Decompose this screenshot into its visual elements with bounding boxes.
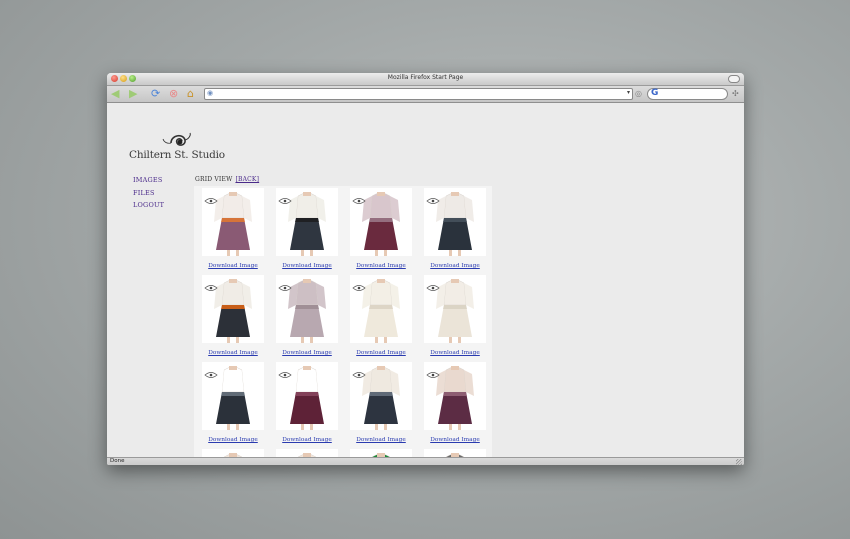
download-image-link[interactable]: Download Image <box>198 437 268 443</box>
download-image-link[interactable]: Download Image <box>346 350 416 356</box>
site-logo[interactable]: Chiltern St. Studio <box>129 131 225 165</box>
product-thumbnail[interactable] <box>276 188 338 256</box>
download-image-link[interactable]: Download Image <box>198 263 268 269</box>
search-bar[interactable]: G <box>647 88 728 100</box>
product-thumbnail[interactable] <box>202 362 264 430</box>
rss-icon[interactable]: ◎ <box>635 88 642 100</box>
image-grid: Download Image Download Image Download Ima… <box>194 186 492 457</box>
download-image-link[interactable]: Download Image <box>346 263 416 269</box>
address-bar[interactable]: ◉ ▾ <box>204 88 633 100</box>
nav-logout[interactable]: LOGOUT <box>133 201 164 209</box>
download-image-link[interactable]: Download Image <box>272 350 342 356</box>
product-thumbnail[interactable] <box>350 362 412 430</box>
product-thumbnail[interactable] <box>424 275 486 343</box>
toolbar-toggle-button[interactable] <box>728 75 740 83</box>
grid-item: Download Image <box>346 188 416 274</box>
nav-images[interactable]: IMAGES <box>133 176 164 184</box>
page-icon: ◉ <box>207 89 214 97</box>
grid-item: Download Image <box>272 188 342 274</box>
grid-item: Download Image <box>346 275 416 361</box>
grid-item: Download Image <box>420 275 490 361</box>
grid-item: Download Image <box>198 275 268 361</box>
grid-item: Download Image <box>346 362 416 448</box>
download-image-link[interactable]: Download Image <box>420 350 490 356</box>
download-image-link[interactable]: Download Image <box>272 263 342 269</box>
watermark-logo-icon <box>204 190 218 204</box>
product-thumbnail[interactable] <box>276 449 338 457</box>
product-thumbnail[interactable] <box>424 188 486 256</box>
watermark-logo-icon <box>426 277 440 291</box>
download-image-link[interactable]: Download Image <box>420 263 490 269</box>
grid-item: Download Image <box>420 449 490 457</box>
forward-arrow-icon[interactable]: ▶ <box>129 88 137 100</box>
watermark-logo-icon <box>352 190 366 204</box>
reload-icon[interactable]: ⟳ <box>151 88 160 100</box>
watermark-logo-icon <box>278 364 292 378</box>
home-icon[interactable]: ⌂ <box>187 88 194 100</box>
stop-icon[interactable]: ⊗ <box>169 88 178 100</box>
navigation-toolbar: ◀ ▶ ⟳ ⊗ ⌂ ◉ ▾ ◎ G ✣ <box>107 86 744 103</box>
grid-item: Download Image <box>198 362 268 448</box>
grid-item: Download Image <box>198 188 268 274</box>
grid-header: GRID VIEW [BACK] <box>195 176 259 183</box>
chevron-down-icon[interactable]: ▾ <box>627 89 630 96</box>
product-thumbnail[interactable] <box>424 449 486 457</box>
watermark-logo-icon <box>278 277 292 291</box>
product-thumbnail[interactable] <box>424 362 486 430</box>
nav-files[interactable]: FILES <box>133 189 164 197</box>
google-icon[interactable]: G <box>651 88 658 98</box>
resize-grip-icon[interactable] <box>736 459 742 465</box>
download-image-link[interactable]: Download Image <box>198 350 268 356</box>
title-bar: Mozilla Firefox Start Page <box>107 73 744 86</box>
watermark-logo-icon <box>426 190 440 204</box>
side-navigation: IMAGES FILES LOGOUT <box>133 176 164 214</box>
back-arrow-icon[interactable]: ◀ <box>111 88 119 100</box>
product-thumbnail[interactable] <box>276 275 338 343</box>
download-image-link[interactable]: Download Image <box>346 437 416 443</box>
status-bar: Done <box>107 457 744 465</box>
product-thumbnail[interactable] <box>350 188 412 256</box>
product-thumbnail[interactable] <box>202 449 264 457</box>
product-thumbnail[interactable] <box>202 188 264 256</box>
browser-window: Mozilla Firefox Start Page ◀ ▶ ⟳ ⊗ ⌂ ◉ ▾… <box>107 73 744 465</box>
grid-item: Download Image <box>272 449 342 457</box>
download-image-link[interactable]: Download Image <box>272 437 342 443</box>
grid-item: Download Image <box>420 188 490 274</box>
page-content: Chiltern St. Studio IMAGES FILES LOGOUT … <box>107 103 744 457</box>
back-link[interactable]: [BACK] <box>235 176 259 183</box>
logo-text: Chiltern St. Studio <box>129 149 225 161</box>
window-title: Mozilla Firefox Start Page <box>387 74 464 81</box>
watermark-logo-icon <box>278 190 292 204</box>
watermark-logo-icon <box>426 364 440 378</box>
product-thumbnail[interactable] <box>202 275 264 343</box>
download-image-link[interactable]: Download Image <box>420 437 490 443</box>
watermark-logo-icon <box>352 277 366 291</box>
product-thumbnail[interactable] <box>276 362 338 430</box>
status-text: Done <box>110 458 125 464</box>
product-thumbnail[interactable] <box>350 449 412 457</box>
grid-item: Download Image <box>420 362 490 448</box>
grid-title: GRID VIEW <box>195 176 233 183</box>
watermark-logo-icon <box>352 364 366 378</box>
grid-item: Download Image <box>272 362 342 448</box>
watermark-logo-icon <box>204 277 218 291</box>
grid-item: Download Image <box>272 275 342 361</box>
swirl-logo-icon <box>162 132 191 146</box>
watermark-logo-icon <box>204 364 218 378</box>
grid-item: Download Image <box>346 449 416 457</box>
throbber-icon: ✣ <box>732 89 739 98</box>
grid-item: Download Image <box>198 449 268 457</box>
product-thumbnail[interactable] <box>350 275 412 343</box>
